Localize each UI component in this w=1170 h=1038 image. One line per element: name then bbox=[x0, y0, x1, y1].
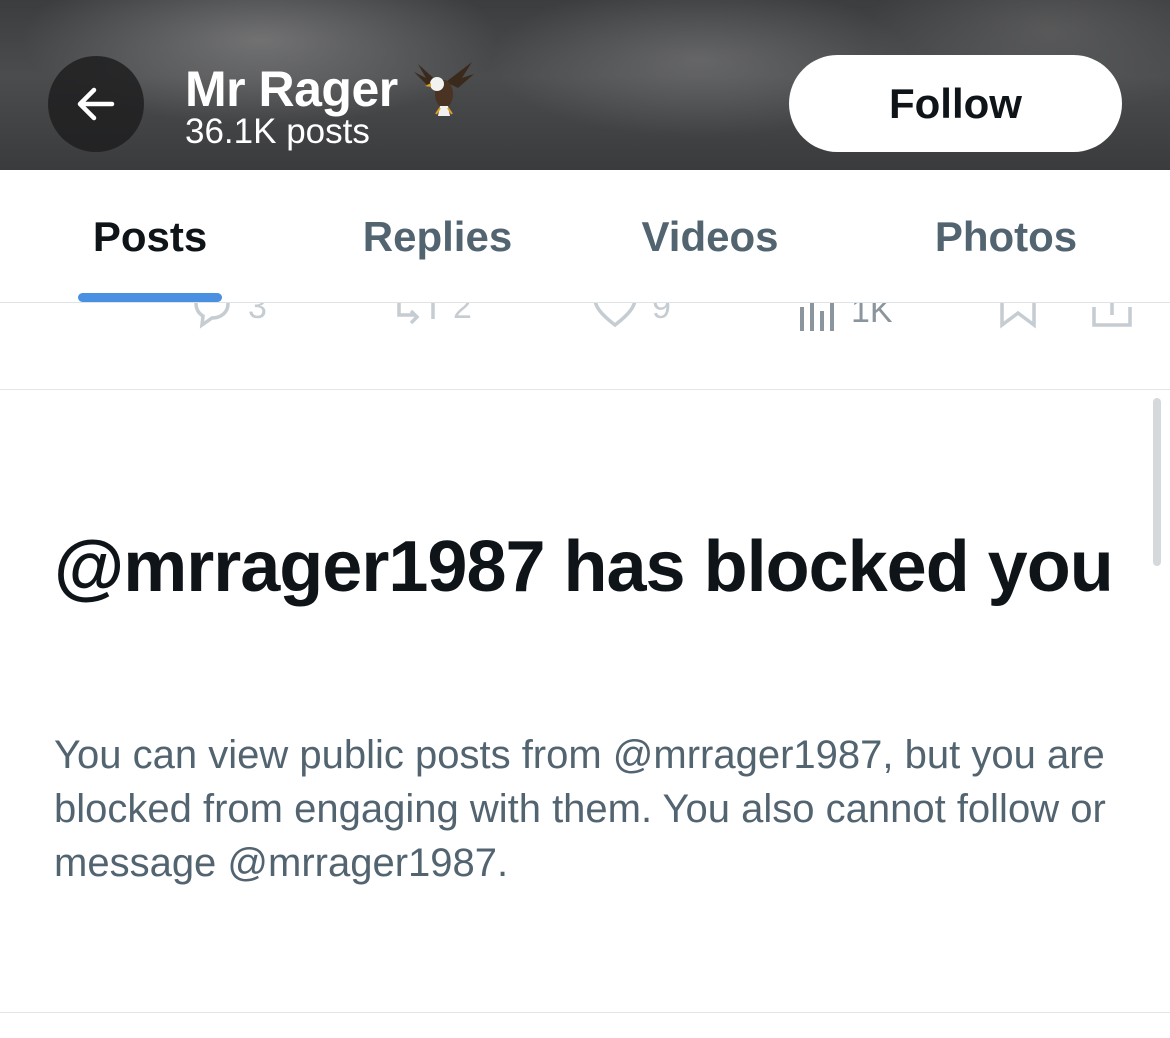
back-button[interactable] bbox=[48, 56, 144, 152]
reply-action[interactable]: 3 bbox=[188, 303, 267, 329]
repost-icon bbox=[397, 303, 435, 325]
heart-icon bbox=[593, 303, 637, 328]
views-bars-icon bbox=[800, 303, 834, 331]
share-icon bbox=[1092, 303, 1132, 327]
tab-photos[interactable]: Photos bbox=[900, 170, 1112, 303]
share-action[interactable] bbox=[1090, 303, 1134, 329]
tab-videos[interactable]: Videos bbox=[610, 170, 810, 303]
bookmark-action[interactable] bbox=[998, 303, 1038, 329]
reply-icon bbox=[194, 303, 230, 329]
tab-replies[interactable]: Replies bbox=[335, 170, 540, 303]
repost-action[interactable]: 2 bbox=[393, 303, 472, 329]
views-action[interactable]: 1K bbox=[797, 303, 893, 331]
tab-posts[interactable]: Posts bbox=[60, 170, 240, 303]
post-count: 36.1K posts bbox=[185, 112, 370, 151]
like-count: 9 bbox=[652, 303, 671, 326]
post-action-bar: 3 2 9 1K bbox=[0, 303, 1170, 390]
profile-tabs: Posts Replies Videos Photos bbox=[0, 170, 1170, 303]
profile-header: Mr Rager 36.1K posts Follow bbox=[0, 0, 1170, 170]
divider bbox=[0, 1012, 1170, 1013]
active-tab-indicator bbox=[78, 293, 222, 302]
repost-count: 2 bbox=[453, 303, 472, 326]
follow-button[interactable]: Follow bbox=[789, 55, 1122, 152]
view-count: 1K bbox=[851, 303, 893, 330]
scrollbar[interactable] bbox=[1153, 398, 1161, 566]
eagle-icon bbox=[413, 62, 474, 116]
like-action[interactable]: 9 bbox=[592, 303, 671, 329]
arrow-left-icon bbox=[77, 87, 115, 121]
bookmark-icon bbox=[1000, 303, 1036, 329]
reply-count: 3 bbox=[248, 303, 267, 326]
blocked-title: @mrrager1987 has blocked you bbox=[54, 527, 1114, 607]
blocked-description: You can view public posts from @mrrager1… bbox=[54, 733, 1106, 885]
